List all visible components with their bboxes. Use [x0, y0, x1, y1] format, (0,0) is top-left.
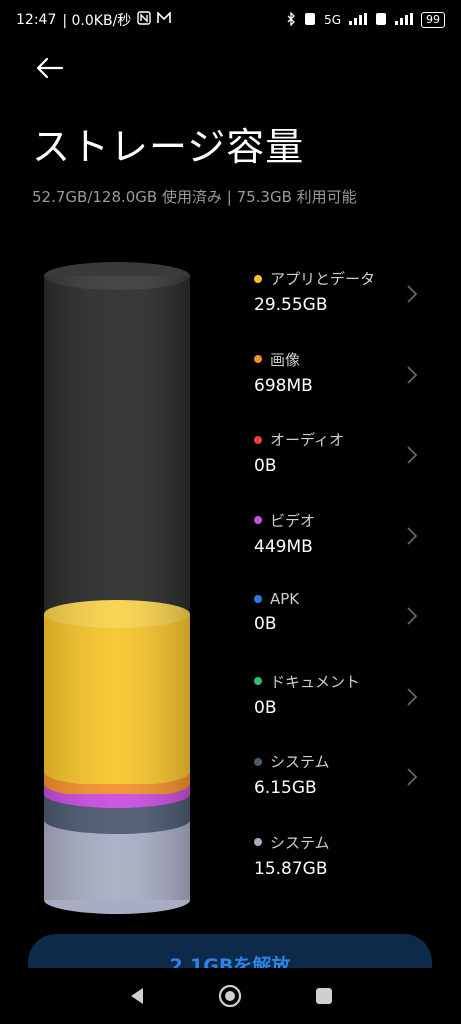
category-system-1[interactable]: システム 6.15GB: [254, 751, 444, 832]
color-dot: [254, 595, 262, 603]
category-apk[interactable]: APK 0B: [254, 590, 444, 671]
status-right: 5G 99: [286, 10, 445, 29]
status-left: 12:47 | 0.0KB/秒: [16, 10, 172, 30]
category-list: アプリとデータ 29.55GB 画像 698MB オーディオ 0B ビデオ 44…: [254, 268, 444, 912]
bluetooth-icon: [286, 10, 296, 29]
home-circle-icon: [219, 984, 242, 1008]
chevron-right-icon: [407, 607, 418, 625]
category-label: APK: [270, 590, 300, 608]
square-recents-icon: [316, 988, 333, 1004]
network-type: 5G: [324, 13, 341, 27]
color-dot: [254, 838, 262, 846]
category-label: アプリとデータ: [270, 270, 376, 288]
color-dot: [254, 516, 262, 524]
nav-recents-button[interactable]: [308, 980, 340, 1012]
color-dot: [254, 757, 262, 766]
mail-icon: [157, 11, 172, 28]
storage-cylinder: [42, 262, 192, 922]
storage-summary: 52.7GB/128.0GB 使用済み | 75.3GB 利用可能: [32, 188, 357, 206]
back-button[interactable]: [32, 50, 68, 86]
category-label: ドキュメント: [270, 672, 361, 691]
chevron-right-icon: [407, 365, 418, 384]
chevron-right-icon: [407, 526, 418, 545]
status-bar: 12:47 | 0.0KB/秒 5G 99: [0, 0, 461, 40]
arrow-left-icon: [36, 57, 64, 79]
color-dot: [254, 435, 262, 444]
category-video[interactable]: ビデオ 449MB: [254, 510, 444, 591]
page-title: ストレージ容量: [32, 125, 305, 169]
signal-icon-2: [395, 12, 413, 28]
clock: 12:47: [16, 12, 57, 28]
chevron-right-icon: [407, 687, 418, 706]
volte-icon: [304, 12, 316, 29]
signal-icon: [349, 12, 367, 28]
navigation-bar: [0, 968, 461, 1024]
category-apps-data[interactable]: アプリとデータ 29.55GB: [254, 268, 444, 349]
chevron-right-icon: [407, 446, 418, 464]
chevron-right-icon: [407, 768, 418, 786]
triangle-back-icon: [130, 988, 143, 1004]
nfc-icon: [137, 11, 151, 29]
nav-home-button[interactable]: [214, 980, 246, 1012]
category-label: 画像: [270, 350, 301, 369]
category-audio[interactable]: オーディオ 0B: [254, 429, 444, 510]
category-label: ビデオ: [270, 511, 316, 530]
color-dot: [254, 677, 262, 685]
color-dot: [254, 274, 262, 283]
category-label: システム: [270, 753, 330, 771]
category-label: オーディオ: [270, 431, 344, 449]
category-documents[interactable]: ドキュメント 0B: [254, 671, 444, 752]
category-size: 15.87GB: [254, 858, 328, 879]
nav-back-button[interactable]: [121, 980, 153, 1012]
chevron-right-icon: [407, 285, 418, 303]
category-label: システム: [270, 833, 330, 852]
network-speed: | 0.0KB/秒: [62, 13, 132, 29]
color-dot: [254, 355, 262, 363]
battery-indicator: 99: [421, 12, 445, 28]
category-system-2: システム 15.87GB: [254, 832, 444, 913]
category-images[interactable]: 画像 698MB: [254, 349, 444, 430]
volte-icon-2: [375, 12, 387, 29]
